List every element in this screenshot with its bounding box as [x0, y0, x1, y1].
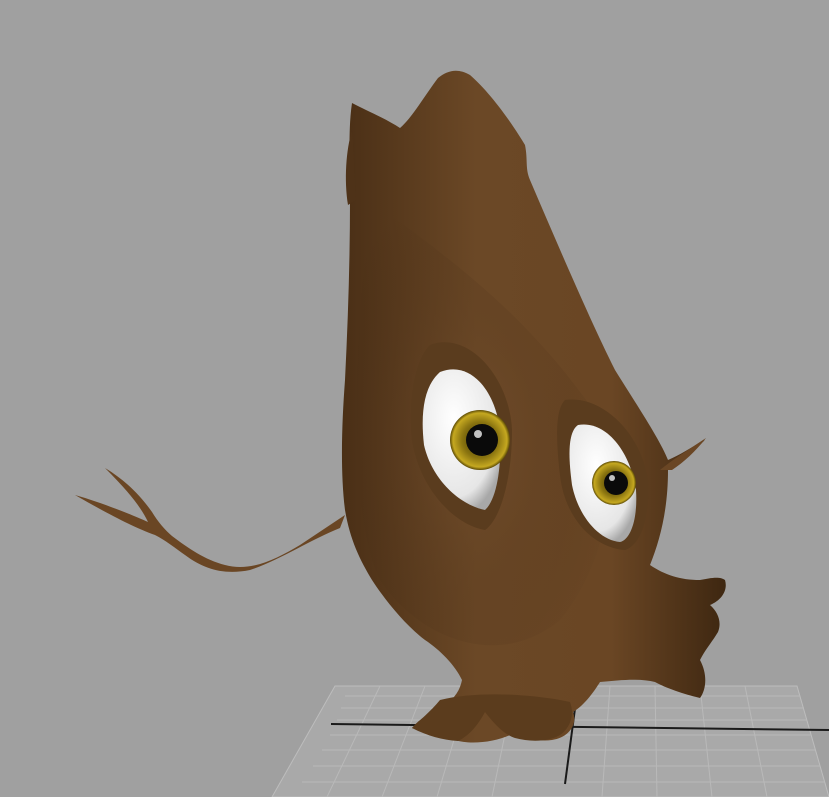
right-pupil: [604, 471, 628, 495]
left-pupil: [466, 424, 498, 456]
viewport-3d[interactable]: [0, 0, 829, 797]
right-eye-highlight: [609, 475, 615, 481]
scene-canvas[interactable]: [0, 0, 829, 797]
left-branch-arm: [75, 468, 345, 572]
left-eye-highlight: [474, 430, 482, 438]
right-branch-tip: [660, 438, 706, 470]
